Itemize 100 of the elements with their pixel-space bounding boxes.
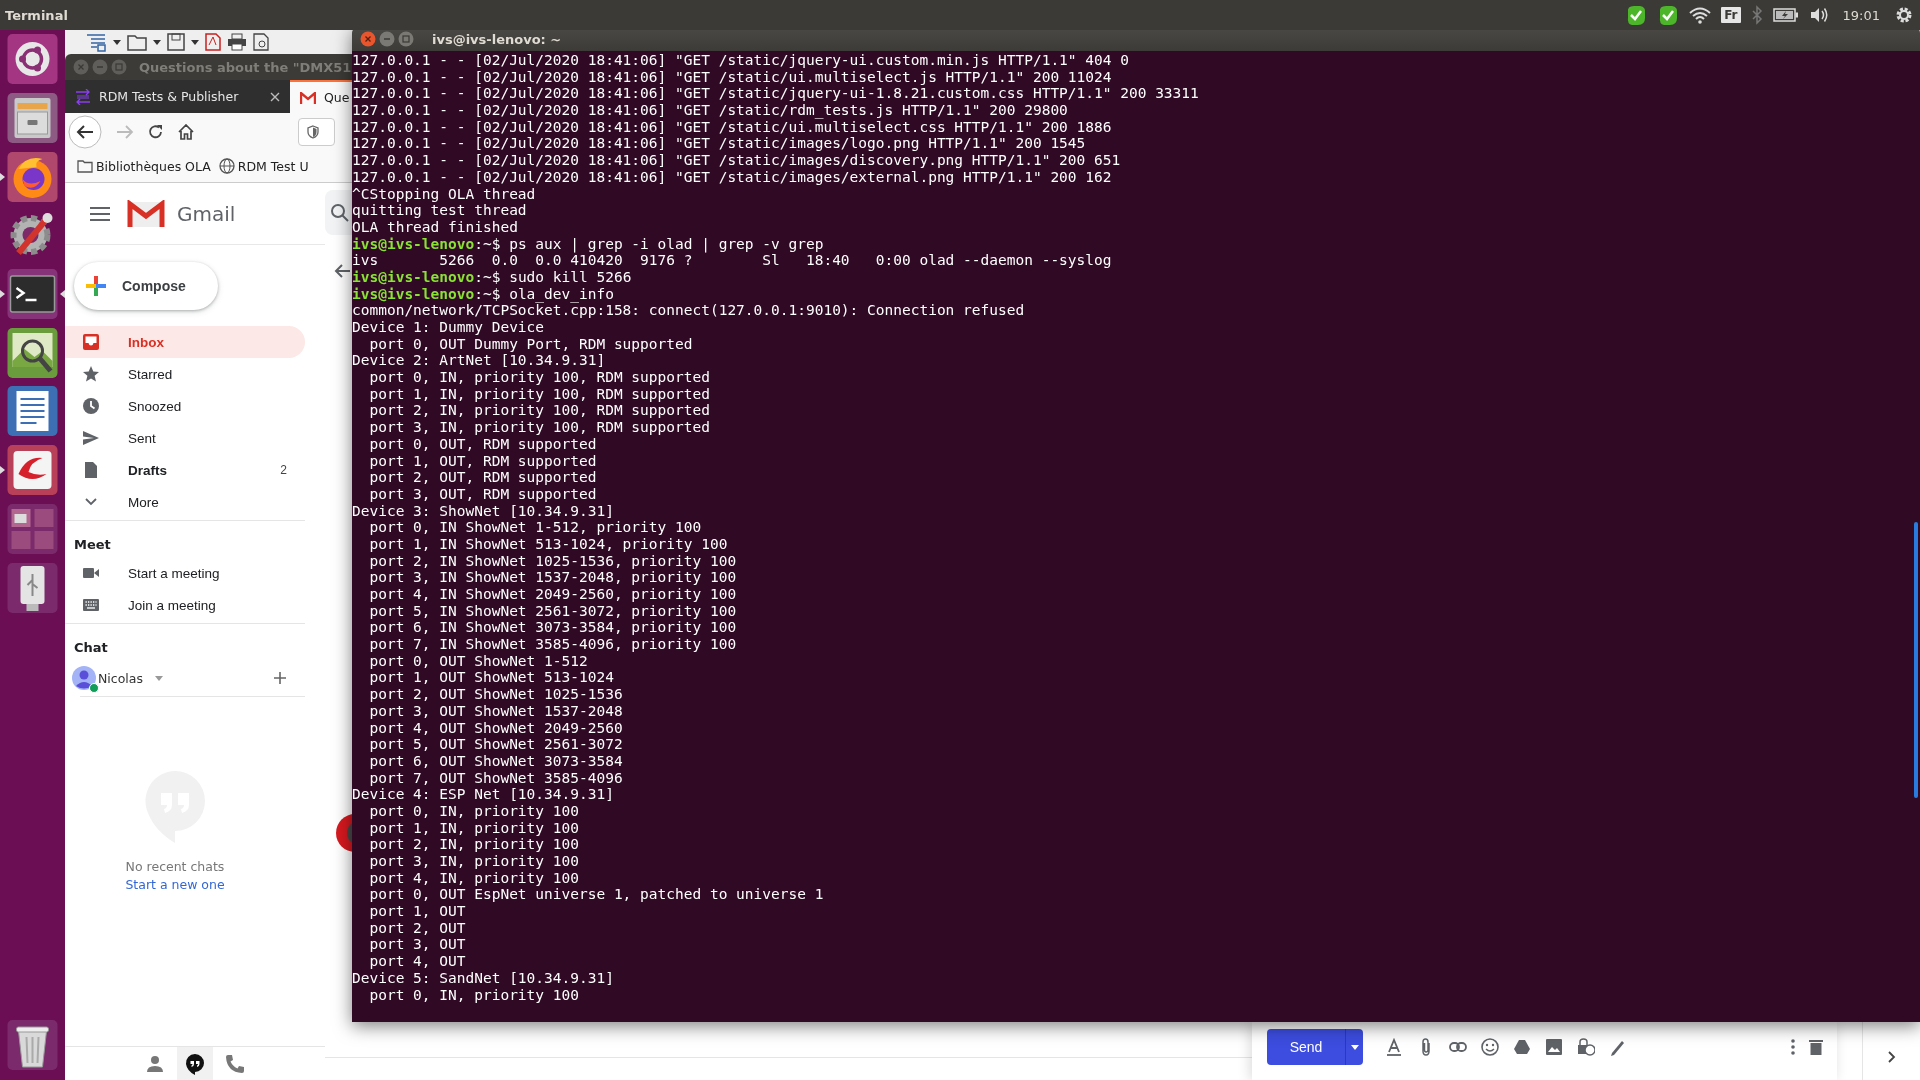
- start-chat-link[interactable]: Start a new one: [125, 877, 225, 892]
- terminal-line: 127.0.0.1 - - [02/Jul/2020 18:41:06] "GET /static/jquery-ui.custom.min.js HTTP/1.1" 404 0: [352, 52, 1130, 69]
- document-icon: [82, 461, 100, 479]
- window-title: Questions about the "DMX51: [139, 59, 352, 75]
- search-field[interactable]: [325, 190, 352, 235]
- terminal-line: ivs 5266 0.0 0.0 410420 9176 ? Sl 18:40 0:00 olad --daemon --syslog: [352, 252, 1113, 269]
- print-icon[interactable]: [227, 33, 247, 51]
- browser-tab[interactable]: Que: [290, 80, 352, 113]
- terminal-line: Device 2: ArtNet [10.34.9.31]: [352, 352, 607, 370]
- rdm-logo-icon: [75, 88, 91, 105]
- keyboard-layout-indicator[interactable]: Fr: [1721, 7, 1741, 23]
- terminal-line: 127.0.0.1 - - [02/Jul/2020 18:41:06] "GET /static/rdm_tests.js HTTP/1.1" 200 29800: [352, 102, 1069, 119]
- address-bar[interactable]: [298, 117, 335, 146]
- caret-icon[interactable]: [153, 39, 161, 45]
- save-icon[interactable]: [167, 33, 185, 51]
- close-icon[interactable]: [270, 91, 280, 102]
- star-icon: [82, 365, 100, 383]
- terminal-line: Device 4: ESP Net [10.34.9.31]: [352, 786, 615, 803]
- section-heading: Chat: [73, 638, 109, 657]
- meet-item[interactable]: Join a meeting: [65, 589, 305, 621]
- more-options-icon[interactable]: [1791, 1039, 1795, 1055]
- nav-item[interactable]: Snoozed: [65, 390, 305, 422]
- send-options-button[interactable]: [1345, 1029, 1363, 1065]
- reload-icon[interactable]: [148, 123, 164, 140]
- text-format-icon[interactable]: [1385, 1038, 1403, 1056]
- battery-icon[interactable]: [1772, 8, 1799, 22]
- terminal-line: OLA thread finished: [352, 218, 519, 236]
- terminal-line: port 6, OUT ShowNet 3073-3584: [368, 752, 624, 770]
- caret-icon[interactable]: [191, 39, 199, 45]
- delete-icon[interactable]: [1809, 1039, 1823, 1055]
- pdf-export-icon[interactable]: [205, 33, 221, 51]
- gmail-logo-icon: [300, 91, 316, 104]
- status-check-icon[interactable]: [1657, 4, 1680, 26]
- shield-icon: [307, 124, 319, 139]
- image-icon[interactable]: [1545, 1038, 1563, 1056]
- terminal-line: port 3, OUT, RDM supported: [368, 485, 598, 503]
- paragraph-style-icon[interactable]: [85, 32, 107, 52]
- terminal-icon[interactable]: [0, 268, 65, 321]
- nav-item[interactable]: Drafts 2: [65, 454, 305, 486]
- terminal-line: port 1, IN ShowNet 513-1024, priority 100: [368, 535, 729, 553]
- send-button[interactable]: Send: [1267, 1029, 1345, 1065]
- back-arrow-icon[interactable]: [333, 263, 351, 279]
- bluetooth-icon[interactable]: [1750, 5, 1763, 25]
- pen-icon[interactable]: [1609, 1038, 1627, 1056]
- status-check-icon[interactable]: [1625, 4, 1648, 26]
- print-preview-icon[interactable]: [253, 33, 269, 51]
- user-name[interactable]: Nicolas: [98, 670, 143, 686]
- terminal-line: port 0, IN, priority 100: [368, 986, 580, 1004]
- terminal-line: port 2, IN, priority 100: [368, 836, 580, 853]
- meet-item[interactable]: Start a meeting: [65, 557, 305, 589]
- scrollbar[interactable]: [1914, 522, 1918, 798]
- nav-item[interactable]: Starred: [65, 358, 305, 390]
- keyboard-icon: [82, 596, 100, 614]
- chat-bubble-icon: [183, 1051, 207, 1076]
- browser-tab[interactable]: RDM Tests & Publisher: [65, 80, 290, 113]
- terminal-line: ^CStopping OLA thread: [352, 185, 537, 203]
- minimize-icon[interactable]: [379, 31, 395, 47]
- terminal-line: 127.0.0.1 - - [02/Jul/2020 18:41:06] "GET /static/images/logo.png HTTP/1.1" 200 1545: [352, 135, 1087, 153]
- home-icon[interactable]: [178, 123, 194, 140]
- empty-state-text: No recent chats: [125, 859, 225, 874]
- terminal-line: port 2, IN, priority 100, RDM supported: [368, 402, 711, 420]
- terminal-line: port 7, IN ShowNet 3585-4096, priority 100: [368, 636, 738, 653]
- folder-icon[interactable]: [127, 33, 147, 51]
- nav-item[interactable]: Sent: [65, 422, 305, 454]
- settings-icon[interactable]: [1894, 5, 1914, 25]
- wifi-icon[interactable]: [1689, 6, 1712, 24]
- terminal-line: port 5, OUT ShowNet 2561-3072: [368, 736, 624, 753]
- menu-icon[interactable]: [90, 206, 110, 221]
- terminal-line: 127.0.0.1 - - [02/Jul/2020 18:41:06] "GET /static/images/external.png HTTP/1.1" 200 162: [352, 168, 1113, 186]
- brand-name: Gmail: [177, 201, 236, 226]
- terminal-line: port 2, IN ShowNet 1025-1536, priority 100: [368, 552, 738, 570]
- terminal-line: port 4, IN ShowNet 2049-2560, priority 100: [368, 586, 738, 603]
- nav-item[interactable]: More: [65, 486, 305, 518]
- lock-clock-icon[interactable]: [1577, 1038, 1595, 1056]
- gmail-logo-icon[interactable]: [127, 199, 165, 228]
- terminal-line: port 1, IN, priority 100: [368, 819, 580, 837]
- add-icon[interactable]: [273, 671, 287, 685]
- caret-icon[interactable]: [113, 39, 121, 45]
- terminal-line: port 0, IN ShowNet 1-512, priority 100: [368, 519, 703, 536]
- bookmark[interactable]: RDM Test U: [218, 158, 309, 174]
- inbox-icon: [82, 333, 100, 351]
- back-icon[interactable]: [68, 114, 102, 149]
- terminal-line: port 1, OUT ShowNet 513-1024: [368, 669, 615, 687]
- maximize-icon[interactable]: [398, 31, 414, 47]
- emoji-icon[interactable]: [1481, 1038, 1499, 1056]
- bottom-tab[interactable]: [177, 1047, 213, 1080]
- nav-item[interactable]: Inbox: [65, 326, 305, 358]
- section-heading: Meet: [73, 535, 112, 554]
- clock[interactable]: 19:01: [1842, 7, 1880, 23]
- compose-button[interactable]: Compose: [74, 262, 218, 310]
- chevron-right-icon[interactable]: [1887, 1051, 1896, 1063]
- globe-icon: [218, 158, 235, 174]
- volume-icon[interactable]: [1808, 6, 1829, 24]
- close-icon[interactable]: [360, 31, 376, 47]
- terminal-line: port 3, OUT ShowNet 1537-2048: [368, 702, 624, 720]
- bookmark[interactable]: Bibliothèques OLA: [77, 158, 211, 174]
- terminal-line: port 7, OUT ShowNet 3585-4096: [368, 769, 624, 787]
- terminal-line: port 5, IN ShowNet 2561-3072, priority 100: [368, 602, 738, 620]
- terminal-line: quitting test thread: [352, 202, 528, 219]
- send-icon: [82, 429, 100, 447]
